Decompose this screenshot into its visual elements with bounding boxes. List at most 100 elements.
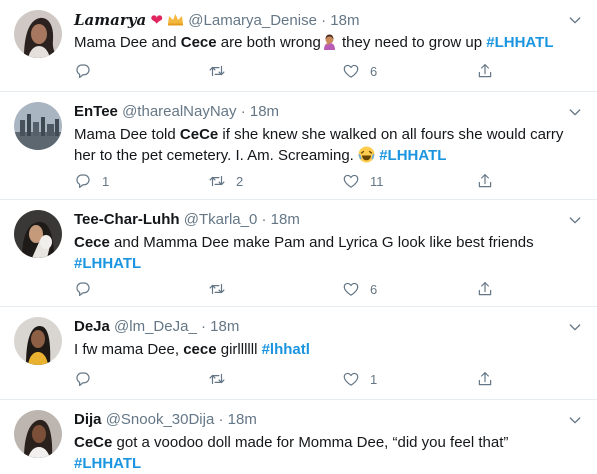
- tweet-actions: 1 2 11: [74, 171, 494, 191]
- retweet-icon: [208, 280, 226, 298]
- keyword-highlight: cece: [183, 341, 217, 358]
- tweet-header: EnTee @tharealNayNay · 18m: [74, 102, 557, 122]
- like-count: 6: [370, 63, 378, 79]
- hashtag-link[interactable]: #LHHATL: [486, 34, 553, 51]
- like-icon: [342, 370, 360, 388]
- tweet-text: Mama Dee and Cece are both wrong they ne…: [74, 32, 581, 53]
- chevron-down-icon[interactable]: [567, 412, 583, 428]
- retweet-icon: [208, 370, 226, 388]
- user-handle[interactable]: @Tkarla_0: [184, 211, 258, 228]
- timestamp[interactable]: 18m: [250, 103, 279, 120]
- chevron-down-icon[interactable]: [567, 212, 583, 228]
- laughing-emoji: [358, 146, 375, 163]
- reply-count: 1: [102, 173, 110, 189]
- tweet-text: I fw mama Dee, cece girllllll #lhhatl: [74, 339, 581, 360]
- retweet-count: 2: [236, 173, 244, 189]
- share-icon: [476, 370, 494, 388]
- keyword-highlight: CeCe: [179, 126, 219, 143]
- tweet-text: Mama Dee told CeCe if she knew she walke…: [74, 124, 581, 166]
- retweet-button[interactable]: [208, 279, 236, 299]
- hashtag-link[interactable]: #LHHATL: [74, 455, 141, 472]
- like-button[interactable]: 6: [342, 61, 377, 81]
- separator-dot: ·: [240, 103, 246, 120]
- retweet-button[interactable]: [208, 61, 236, 81]
- text-segment: got a voodoo doll made for Momma Dee, “d…: [112, 434, 509, 451]
- avatar[interactable]: [14, 317, 62, 365]
- reply-icon: [74, 62, 92, 80]
- display-name[interactable]: EnTee: [74, 103, 118, 120]
- share-button[interactable]: [476, 171, 494, 191]
- like-button[interactable]: 6: [342, 279, 377, 299]
- chevron-down-icon[interactable]: [567, 104, 583, 120]
- hashtag-link[interactable]: #LHHATL: [379, 147, 446, 164]
- woman-facepalming-emoji: [323, 34, 335, 50]
- text-segment: Mama Dee and: [74, 34, 181, 51]
- tweet-header: DeJa @lm_DeJa_ · 18m: [74, 317, 557, 337]
- keyword-highlight: Cece: [180, 34, 217, 51]
- display-name[interactable]: Tee-Char-Luhh: [74, 211, 180, 228]
- avatar[interactable]: [14, 210, 62, 258]
- share-button[interactable]: [476, 279, 494, 299]
- reply-button[interactable]: 1: [74, 171, 109, 191]
- tweet-header: Dija @Snook_30Dija · 18m: [74, 410, 557, 430]
- display-name[interactable]: Dija: [74, 411, 102, 428]
- keyword-highlight: CeCe: [74, 434, 113, 451]
- timestamp[interactable]: 18m: [271, 211, 300, 228]
- like-button[interactable]: 1: [342, 369, 377, 389]
- timestamp[interactable]: 18m: [210, 318, 239, 335]
- reply-button[interactable]: [74, 279, 102, 299]
- tweet-feed: Lamarya ❤ @Lamarya_Denise · 18m Mama Dee…: [0, 0, 597, 472]
- text-segment: girllllll: [216, 341, 262, 358]
- tweet[interactable]: DeJa @lm_DeJa_ · 18m I fw mama Dee, cece…: [0, 307, 597, 400]
- reply-button[interactable]: [74, 369, 102, 389]
- user-handle[interactable]: @tharealNayNay: [122, 103, 236, 120]
- user-handle[interactable]: @lm_DeJa_: [114, 318, 197, 335]
- retweet-button[interactable]: 2: [208, 171, 243, 191]
- text-segment: and Mamma Dee make Pam and Lyrica G look…: [109, 234, 534, 251]
- tweet[interactable]: Lamarya ❤ @Lamarya_Denise · 18m Mama Dee…: [0, 0, 597, 92]
- tweet[interactable]: EnTee @tharealNayNay · 18m Mama Dee told…: [0, 92, 597, 200]
- share-button[interactable]: [476, 61, 494, 81]
- display-name[interactable]: DeJa: [74, 318, 110, 335]
- like-icon: [342, 62, 360, 80]
- separator-dot: ·: [261, 211, 267, 228]
- tweet-actions: 6: [74, 61, 494, 81]
- keyword-highlight: Cece: [74, 234, 110, 251]
- tweet-actions: 6: [74, 279, 494, 299]
- retweet-button[interactable]: [208, 369, 236, 389]
- avatar[interactable]: [14, 410, 62, 458]
- avatar[interactable]: [14, 102, 62, 150]
- tweet-text: Cece and Mamma Dee make Pam and Lyrica G…: [74, 232, 581, 274]
- separator-dot: ·: [321, 12, 327, 29]
- like-icon: [342, 172, 360, 190]
- timestamp[interactable]: 18m: [228, 411, 257, 428]
- text-segment: they need to grow up: [337, 34, 487, 51]
- retweet-icon: [208, 62, 226, 80]
- like-icon: [342, 280, 360, 298]
- like-button[interactable]: 11: [342, 171, 384, 191]
- hashtag-link[interactable]: #LHHATL: [74, 255, 141, 272]
- reply-icon: [74, 370, 92, 388]
- chevron-down-icon[interactable]: [567, 319, 583, 335]
- user-handle[interactable]: @Snook_30Dija: [106, 411, 215, 428]
- text-segment: I fw mama Dee,: [74, 341, 184, 358]
- share-icon: [476, 280, 494, 298]
- tweet[interactable]: Tee-Char-Luhh @Tkarla_0 · 18m Cece and M…: [0, 200, 597, 307]
- like-count: 1: [370, 371, 378, 387]
- user-handle[interactable]: @Lamarya_Denise: [188, 12, 317, 29]
- timestamp[interactable]: 18m: [330, 12, 359, 29]
- crown-emoji: [168, 14, 184, 26]
- chevron-down-icon[interactable]: [567, 12, 583, 28]
- tweet[interactable]: Dija @Snook_30Dija · 18m CeCe got a vood…: [0, 400, 597, 472]
- hashtag-link[interactable]: #lhhatl: [262, 341, 310, 358]
- reply-icon: [74, 280, 92, 298]
- display-name[interactable]: Lamarya: [74, 11, 146, 29]
- separator-dot: ·: [218, 411, 224, 428]
- tweet-header: Lamarya ❤ @Lamarya_Denise · 18m: [74, 10, 557, 31]
- share-button[interactable]: [476, 369, 494, 389]
- reply-button[interactable]: [74, 61, 102, 81]
- share-icon: [476, 62, 494, 80]
- tweet-header: Tee-Char-Luhh @Tkarla_0 · 18m: [74, 210, 557, 230]
- retweet-icon: [208, 172, 226, 190]
- avatar[interactable]: [14, 10, 62, 58]
